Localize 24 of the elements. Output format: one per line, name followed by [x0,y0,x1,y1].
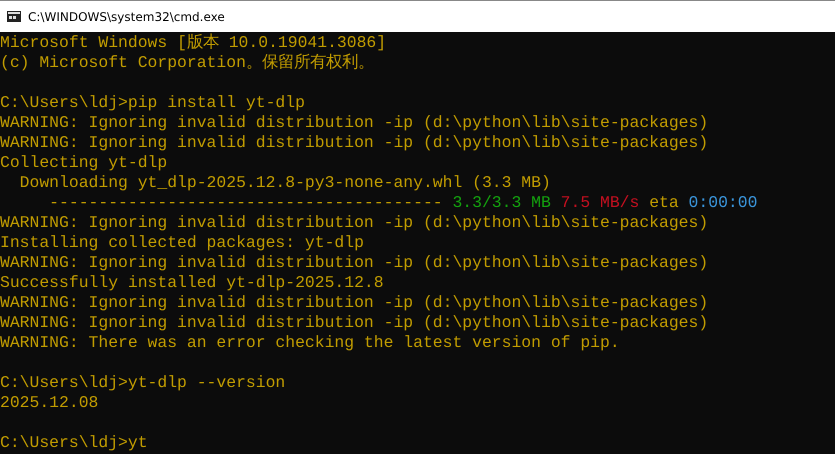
console-text: WARNING: Ignoring invalid distribution -ip (d:\python\lib\site-packages) [0,133,708,152]
console-text: C:\Users\ldj>yt-dlp --version [0,373,286,392]
console-text: Collecting yt-dlp [0,153,168,172]
console-text: WARNING: There was an error checking the latest version of pip. [0,333,620,352]
console-text: WARNING: Ignoring invalid distribution -ip (d:\python\lib\site-packages) [0,253,708,272]
console-icon [7,11,21,22]
console-text: 3.3/3.3 MB [451,193,551,212]
console-text: (c) Microsoft Corporation。保留所有权利。 [0,53,374,72]
console-text: eta [648,193,679,212]
console-text: WARNING: Ignoring invalid distribution -ip (d:\python\lib\site-packages) [0,293,708,312]
console-text: 0:00:00 [688,193,758,212]
console-text: ---------------------------------------- [48,193,443,212]
console-text: Downloading yt_dlp-2025.12.8-py3-none-any.whl (3.3 MB) [18,173,551,192]
console-text: WARNING: Ignoring invalid distribution -ip (d:\python\lib\site-packages) [0,113,708,132]
console-text: C:\Users\ldj>pip install yt-dlp [0,93,305,112]
console-text: 2025.12.08 [0,393,98,412]
console-text: Successfully installed yt-dlp-2025.12.8 [0,273,384,292]
console-text: WARNING: Ignoring invalid distribution -ip (d:\python\lib\site-packages) [0,213,708,232]
console-text: Microsoft Windows [版本 10.0.19041.3086] [0,33,386,52]
console-text: 7.5 MB/s [560,193,640,212]
console-text: Installing collected packages: yt-dlp [0,233,364,252]
console-text: WARNING: Ignoring invalid distribution -ip (d:\python\lib\site-packages) [0,313,708,332]
window-title: C:\WINDOWS\system32\cmd.exe [28,10,225,24]
console-text: C:\Users\ldj>yt [0,433,148,452]
